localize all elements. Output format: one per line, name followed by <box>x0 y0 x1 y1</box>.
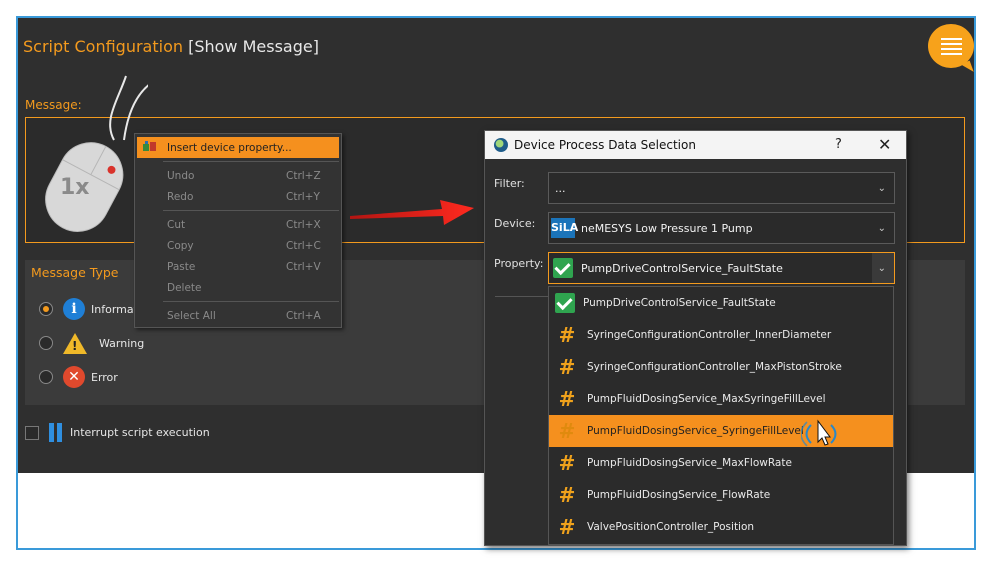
menu-item-shortcut: Ctrl+X <box>286 219 321 231</box>
menu-separator <box>163 301 339 302</box>
filter-label: Filter: <box>494 177 525 190</box>
hash-icon: # <box>558 483 576 507</box>
list-item-highlighted[interactable]: # PumpFluidDosingService_SyringeFillLeve… <box>549 415 893 447</box>
menu-item-label: Cut <box>167 219 186 231</box>
list-item[interactable]: # PumpFluidDosingService_MaxFlowRate <box>549 447 893 479</box>
menu-item-paste[interactable]: Paste Ctrl+V <box>137 257 339 277</box>
mouse-illustration: 1x <box>45 75 148 232</box>
check-icon <box>555 293 575 313</box>
list-item-label: PumpFluidDosingService_SyringeFillLevel <box>587 425 804 437</box>
hash-icon: # <box>558 515 576 539</box>
device-property-icon <box>143 141 156 151</box>
filter-select[interactable]: ... ⌄ <box>548 172 895 204</box>
menu-item-copy[interactable]: Copy Ctrl+C <box>137 236 339 256</box>
error-icon: ✕ <box>63 366 85 388</box>
menu-item-label: Paste <box>167 261 196 273</box>
menu-item-redo[interactable]: Redo Ctrl+Y <box>137 187 339 207</box>
filter-value: ... <box>555 181 566 195</box>
chat-icon[interactable] <box>928 24 974 68</box>
radio-error[interactable]: ✕ Error <box>39 366 118 388</box>
menu-item-cut[interactable]: Cut Ctrl+X <box>137 215 339 235</box>
list-item-label: PumpFluidDosingService_MaxSyringeFillLev… <box>587 393 826 405</box>
hash-icon: # <box>558 419 576 443</box>
list-item[interactable]: PumpDriveControlService_FaultState <box>549 287 893 319</box>
list-item[interactable]: # PumpFluidDosingService_MaxSyringeFillL… <box>549 383 893 415</box>
radio-button[interactable] <box>39 336 53 350</box>
menu-item-shortcut: Ctrl+A <box>286 310 321 322</box>
list-item-label: SyringeConfigurationController_MaxPiston… <box>587 361 842 373</box>
dialog-title: Device Process Data Selection <box>514 138 696 152</box>
warning-icon: ! <box>63 332 87 354</box>
options-panel-edge <box>908 260 965 405</box>
pause-icon <box>49 423 62 442</box>
menu-item-label: Insert device property... <box>167 141 292 154</box>
title-main: Script Configuration <box>23 37 183 56</box>
menu-separator <box>163 161 339 162</box>
interrupt-checkbox[interactable] <box>25 425 39 440</box>
close-button[interactable]: ✕ <box>878 135 891 154</box>
interrupt-checkbox-row[interactable]: Interrupt script execution <box>25 423 210 442</box>
menu-item-undo[interactable]: Undo Ctrl+Z <box>137 166 339 186</box>
radio-information[interactable]: i Informati <box>39 298 141 320</box>
chevron-down-icon: ⌄ <box>877 223 886 234</box>
interrupt-label: Interrupt script execution <box>70 426 210 439</box>
help-button[interactable]: ? <box>835 137 842 152</box>
device-select[interactable]: SiLA neMESYS Low Pressure 1 Pump ⌄ <box>548 212 895 244</box>
menu-item-shortcut: Ctrl+Y <box>286 191 320 203</box>
menu-item-label: Undo <box>167 170 195 182</box>
property-dropdown-list: PumpDriveControlService_FaultState # Syr… <box>548 286 894 545</box>
list-item[interactable]: # PumpFluidDosingService_FlowRate <box>549 479 893 511</box>
hash-icon: # <box>558 323 576 347</box>
menu-item-label: Select All <box>167 310 216 322</box>
list-item-label: ValvePositionController_Position <box>587 521 755 533</box>
list-item[interactable]: # SyringeConfigurationController_MaxPist… <box>549 351 893 383</box>
list-item-label: SyringeConfigurationController_InnerDiam… <box>587 329 832 341</box>
dialog-titlebar: Device Process Data Selection ? ✕ <box>485 131 906 159</box>
property-select[interactable]: PumpDriveControlService_FaultState ⌄ <box>548 252 895 284</box>
property-label: Property: <box>494 257 544 270</box>
app-logo-icon <box>494 138 508 152</box>
list-item[interactable]: # ValvePositionController_Position <box>549 511 893 543</box>
hash-icon: # <box>558 451 576 475</box>
menu-item-select-all[interactable]: Select All Ctrl+A <box>137 306 339 326</box>
chevron-down-icon: ⌄ <box>877 263 886 274</box>
sila-logo-icon: SiLA <box>551 218 578 238</box>
chevron-down-icon: ⌄ <box>877 183 886 194</box>
message-type-title: Message Type <box>31 265 119 280</box>
pointer-cursor-icon <box>801 419 837 447</box>
hash-icon: # <box>558 355 576 379</box>
list-item-label: PumpFluidDosingService_MaxFlowRate <box>587 457 792 469</box>
mouse-badge: 1x <box>60 175 90 200</box>
title-sub: [Show Message] <box>188 37 319 56</box>
menu-item-label: Redo <box>167 191 194 203</box>
hash-icon: # <box>558 387 576 411</box>
radio-warning[interactable]: ! Warning <box>39 332 144 354</box>
divider <box>495 296 549 297</box>
red-arrow-icon <box>350 200 474 225</box>
menu-item-insert-device-property[interactable]: Insert device property... <box>137 137 339 158</box>
menu-item-shortcut: Ctrl+C <box>286 240 321 252</box>
menu-item-shortcut: Ctrl+Z <box>286 170 321 182</box>
window-title: Script Configuration [Show Message] <box>23 37 319 56</box>
menu-item-label: Copy <box>167 240 194 252</box>
screenshot-stage: Script Configuration [Show Message] Mess… <box>0 0 992 567</box>
device-label: Device: <box>494 217 536 230</box>
menu-separator <box>163 210 339 211</box>
radio-label: Error <box>91 370 118 384</box>
menu-item-label: Delete <box>167 282 202 294</box>
radio-button[interactable] <box>39 370 53 384</box>
context-menu: Insert device property... Undo Ctrl+Z Re… <box>134 133 342 328</box>
property-value: PumpDriveControlService_FaultState <box>581 261 783 275</box>
radio-label: Warning <box>99 336 145 350</box>
list-item-label: PumpDriveControlService_FaultState <box>583 297 776 309</box>
list-item[interactable]: # SyringeConfigurationController_InnerDi… <box>549 319 893 351</box>
check-icon <box>553 258 573 278</box>
radio-button[interactable] <box>39 302 53 316</box>
menu-lines-icon <box>941 38 962 58</box>
device-value: neMESYS Low Pressure 1 Pump <box>581 221 753 235</box>
list-item-label: PumpFluidDosingService_FlowRate <box>587 489 771 501</box>
info-icon: i <box>63 298 85 320</box>
menu-item-delete[interactable]: Delete <box>137 278 339 298</box>
menu-item-shortcut: Ctrl+V <box>286 261 321 273</box>
